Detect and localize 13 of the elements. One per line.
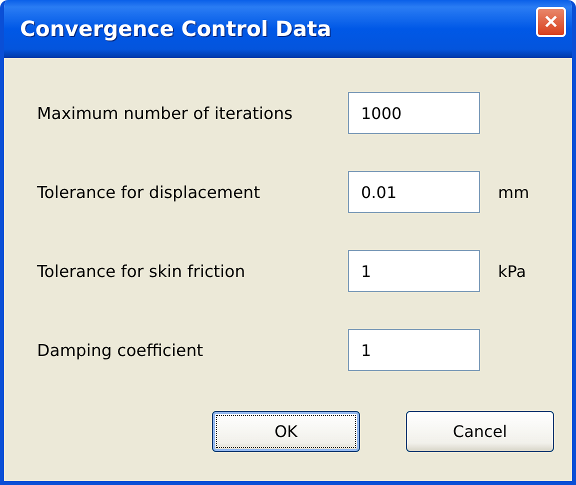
field-label: Damping coefficient bbox=[37, 340, 204, 360]
input-field[interactable]: 1 bbox=[348, 329, 480, 371]
field-label: Maximum number of iterations bbox=[37, 104, 294, 122]
input-field[interactable]: 1000 bbox=[348, 92, 480, 134]
field-label: Tolerance for skin friction bbox=[37, 262, 246, 280]
window-title: Convergence Control Data bbox=[20, 17, 332, 41]
cancel-button[interactable]: Cancel bbox=[406, 411, 554, 452]
input-field[interactable]: 1 bbox=[348, 250, 480, 292]
input-field[interactable]: 0.01 bbox=[348, 171, 480, 213]
ok-button[interactable]: OK bbox=[212, 411, 360, 452]
unit-label: kPa bbox=[497, 262, 527, 280]
unit-label: mm bbox=[497, 182, 530, 202]
field-label: Tolerance for displacement bbox=[37, 182, 262, 202]
